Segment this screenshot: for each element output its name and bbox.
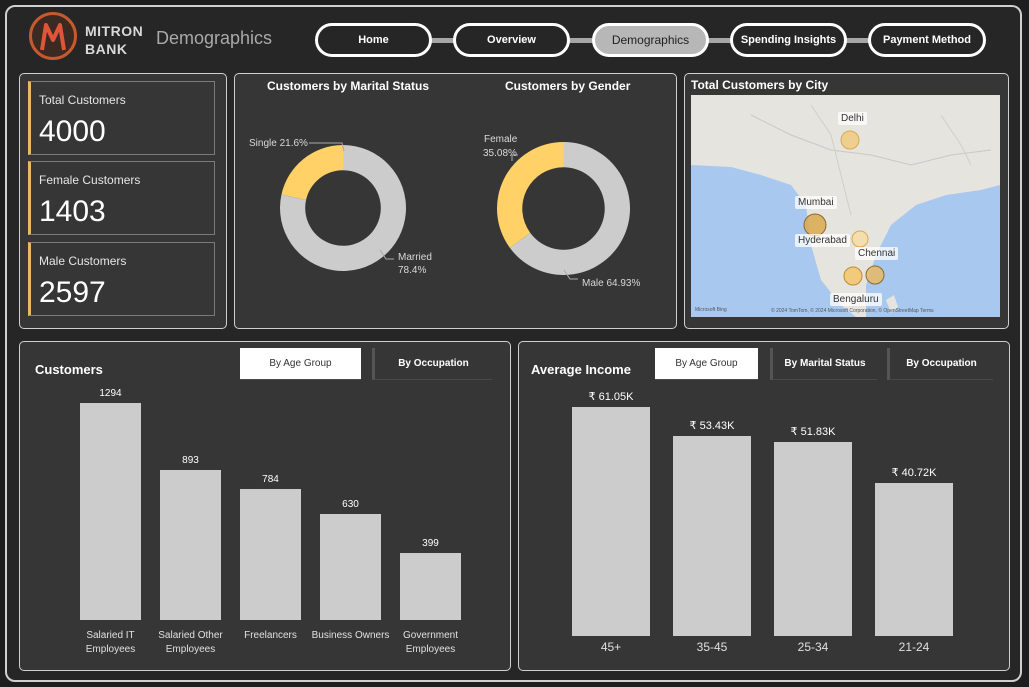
customers-bar-category: Government Employees <box>402 630 459 655</box>
customers-bar-category: Salaried IT Employees <box>85 630 136 655</box>
customers-panel-title: Customers <box>35 362 103 377</box>
income-bar[interactable] <box>875 483 953 636</box>
income-bar-value: ₹ 40.72K <box>891 467 937 480</box>
income-tab-occupation[interactable]: By Occupation <box>887 348 993 380</box>
nav-demographics-button[interactable]: Demographics <box>592 23 709 57</box>
customers-bar-value: 784 <box>262 473 279 485</box>
customers-bar[interactable] <box>320 514 381 620</box>
customers-tab-occupation[interactable]: By Occupation <box>372 348 492 380</box>
customers-bar-value: 1294 <box>99 388 122 399</box>
logo-m-icon <box>40 23 66 51</box>
customers-bar[interactable] <box>240 488 301 620</box>
nav-home-button[interactable]: Home <box>315 23 432 57</box>
nav-spending-insights-button[interactable]: Spending Insights <box>730 23 847 57</box>
customers-bar[interactable] <box>160 470 221 620</box>
income-bar-value: ₹ 51.83K <box>790 425 836 438</box>
city-map[interactable]: Delhi Mumbai Hyderabad Chennai Bengaluru… <box>691 95 1000 317</box>
income-tab-age-group[interactable]: By Age Group <box>655 348 758 380</box>
married-slice-pct: 78.4% <box>398 265 427 276</box>
customers-bar-category: Business Owners <box>311 630 390 641</box>
kpi-label: Male Customers <box>39 254 127 268</box>
brand-name: MITRON BANK <box>85 22 143 58</box>
city-label-delhi: Delhi <box>838 112 867 125</box>
kpi-value: 2597 <box>39 276 106 309</box>
customers-bar[interactable] <box>400 553 461 620</box>
income-bar-value: ₹ 61.05K <box>588 391 634 403</box>
kpi-label: Total Customers <box>39 93 126 107</box>
income-bar[interactable] <box>774 441 852 636</box>
income-tab-marital-status[interactable]: By Marital Status <box>770 348 877 380</box>
customers-tab-age-group[interactable]: By Age Group <box>240 348 361 380</box>
brand-line-2: BANK <box>85 41 128 57</box>
city-map-title: Total Customers by City <box>691 78 829 92</box>
customers-bar-category: Freelancers <box>244 630 297 641</box>
income-bar-category: 45+ <box>600 640 622 654</box>
single-slice-label: Single 21.6% <box>249 138 308 149</box>
customers-bar-value: 893 <box>182 455 199 467</box>
married-slice-label: Married <box>398 252 432 263</box>
city-label-chennai: Chennai <box>855 247 899 260</box>
income-bar-category: 25-34 <box>797 640 829 654</box>
map-attribution-brand: Microsoft Bing <box>695 307 727 313</box>
brand-line-1: MITRON <box>85 23 144 39</box>
customers-bar-value: 630 <box>342 499 359 511</box>
kpi-male-customers: Male Customers 2597 <box>28 242 215 316</box>
nav-payment-method-button[interactable]: Payment Method <box>868 23 986 57</box>
income-bar-category: 35-45 <box>696 640 728 654</box>
income-panel-title: Average Income <box>531 362 631 377</box>
kpi-total-customers: Total Customers 4000 <box>28 81 215 155</box>
city-bubbles <box>803 130 885 286</box>
kpi-value: 4000 <box>39 115 106 148</box>
kpi-value: 1403 <box>39 195 106 228</box>
nav-overview-button[interactable]: Overview <box>453 23 570 57</box>
customers-bar-value: 399 <box>422 538 439 550</box>
page-title: Demographics <box>156 28 273 48</box>
map-attribution[interactable]: © 2024 TomTom, © 2024 Microsoft Corporat… <box>771 308 934 314</box>
income-bar-category: 21-24 <box>898 640 930 654</box>
city-label-mumbai: Mumbai <box>795 196 837 209</box>
female-slice-label: Female <box>484 134 518 145</box>
kpi-label: Female Customers <box>39 173 141 187</box>
income-bar[interactable] <box>673 435 751 636</box>
customers-bar-category: Salaried Other Employees <box>158 630 223 655</box>
customers-bar[interactable] <box>80 403 141 620</box>
bank-logo <box>29 12 77 60</box>
donut-leader-lines <box>309 142 578 280</box>
income-bar[interactable] <box>572 407 650 636</box>
female-slice-pct: 35.08% <box>483 148 517 159</box>
income-bar-value: ₹ 53.43K <box>689 419 735 432</box>
city-label-hyderabad: Hyderabad <box>795 234 850 247</box>
kpi-female-customers: Female Customers 1403 <box>28 161 215 235</box>
male-slice-label: Male 64.93% <box>582 278 641 289</box>
city-label-bengaluru: Bengaluru <box>830 293 882 306</box>
